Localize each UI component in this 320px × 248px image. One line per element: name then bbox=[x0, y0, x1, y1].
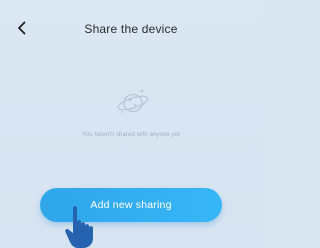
empty-state-message: You haven't shared with anyone yet bbox=[82, 132, 180, 138]
header: Share the device bbox=[0, 0, 262, 58]
page-title: Share the device bbox=[84, 22, 178, 36]
empty-state: You haven't shared with anyone yet bbox=[0, 80, 262, 150]
share-device-screen: Share the device You haven't shared with… bbox=[0, 0, 262, 248]
planet-icon bbox=[117, 89, 149, 113]
hand-pointer-icon bbox=[65, 206, 93, 248]
